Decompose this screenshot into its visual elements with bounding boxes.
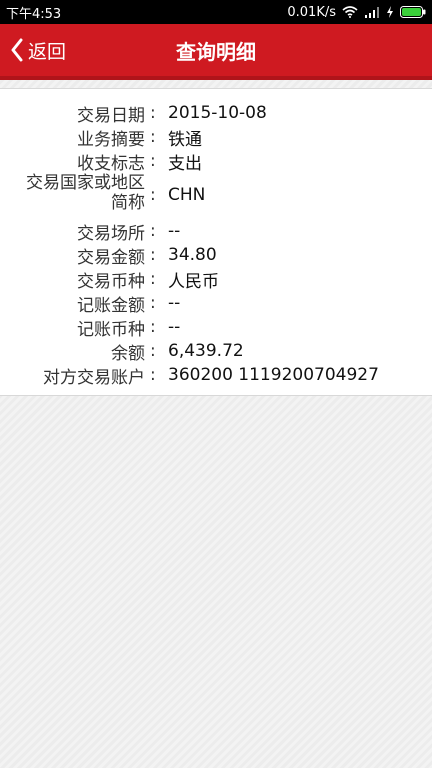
detail-label: 记账币种 [77, 319, 145, 340]
detail-row: 交易日期 : 2015-10-08 [0, 101, 432, 126]
status-bar: 下午4:53 0.01K/s [0, 0, 432, 24]
back-button[interactable]: 返回 [10, 34, 66, 66]
detail-label: 交易国家或地区 简称 [26, 173, 145, 213]
detail-row: 收支标志 : 支出 [0, 149, 432, 174]
detail-value: 2015-10-08 [168, 103, 267, 123]
detail-label: 交易日期 [77, 105, 145, 126]
chevron-left-icon [10, 38, 24, 62]
detail-label: 交易币种 [77, 271, 145, 292]
detail-value: 6,439.72 [168, 341, 244, 361]
signal-icon [364, 6, 380, 18]
colon: : [150, 341, 156, 361]
detail-row: 业务摘要 : 铁通 [0, 125, 432, 150]
colon: : [150, 365, 156, 385]
detail-label: 交易场所 [77, 223, 145, 244]
colon: : [150, 221, 156, 241]
detail-row: 记账金额 : -- [0, 291, 432, 316]
detail-label: 对方交易账户 [43, 367, 145, 388]
app-header: 返回 查询明细 [0, 24, 432, 80]
colon: : [150, 245, 156, 265]
detail-label: 记账金额 [77, 295, 145, 316]
detail-row: 记账币种 : -- [0, 315, 432, 340]
detail-value: 360200 1119200704927 [168, 365, 379, 385]
colon: : [150, 269, 156, 289]
detail-value: CHN [168, 185, 206, 205]
wifi-icon [342, 6, 358, 18]
detail-value: -- [168, 293, 181, 313]
detail-row: 交易金额 : 34.80 [0, 243, 432, 268]
transaction-detail-panel: 交易日期 : 2015-10-08 业务摘要 : 铁通 收支标志 : 支出 交易… [0, 88, 432, 396]
detail-label: 收支标志 [77, 153, 145, 174]
status-time: 下午4:53 [6, 6, 62, 22]
detail-label: 余额 [111, 343, 145, 364]
detail-row: 交易国家或地区 简称 : CHN [0, 173, 432, 217]
detail-row: 交易币种 : 人民币 [0, 267, 432, 292]
colon: : [150, 317, 156, 337]
detail-label: 交易金额 [77, 247, 145, 268]
colon: : [150, 293, 156, 313]
detail-value: 铁通 [168, 129, 202, 150]
battery-icon [400, 6, 426, 18]
detail-label-line: 交易国家或地区 [26, 173, 145, 193]
detail-row: 对方交易账户 : 360200 1119200704927 [0, 363, 432, 388]
detail-value: -- [168, 221, 181, 241]
detail-label-line: 简称 [111, 193, 145, 213]
detail-value: 人民币 [168, 271, 219, 292]
detail-label: 业务摘要 [77, 129, 145, 150]
back-label: 返回 [28, 40, 67, 63]
detail-value: 支出 [168, 153, 202, 174]
detail-row: 交易场所 : -- [0, 219, 432, 244]
colon: : [150, 103, 156, 123]
colon: : [150, 127, 156, 147]
detail-value: 34.80 [168, 245, 217, 265]
charging-icon [386, 6, 394, 18]
colon: : [150, 185, 156, 205]
detail-row: 余额 : 6,439.72 [0, 339, 432, 364]
network-speed: 0.01K/s [287, 4, 336, 20]
detail-value: -- [168, 317, 181, 337]
colon: : [150, 151, 156, 171]
